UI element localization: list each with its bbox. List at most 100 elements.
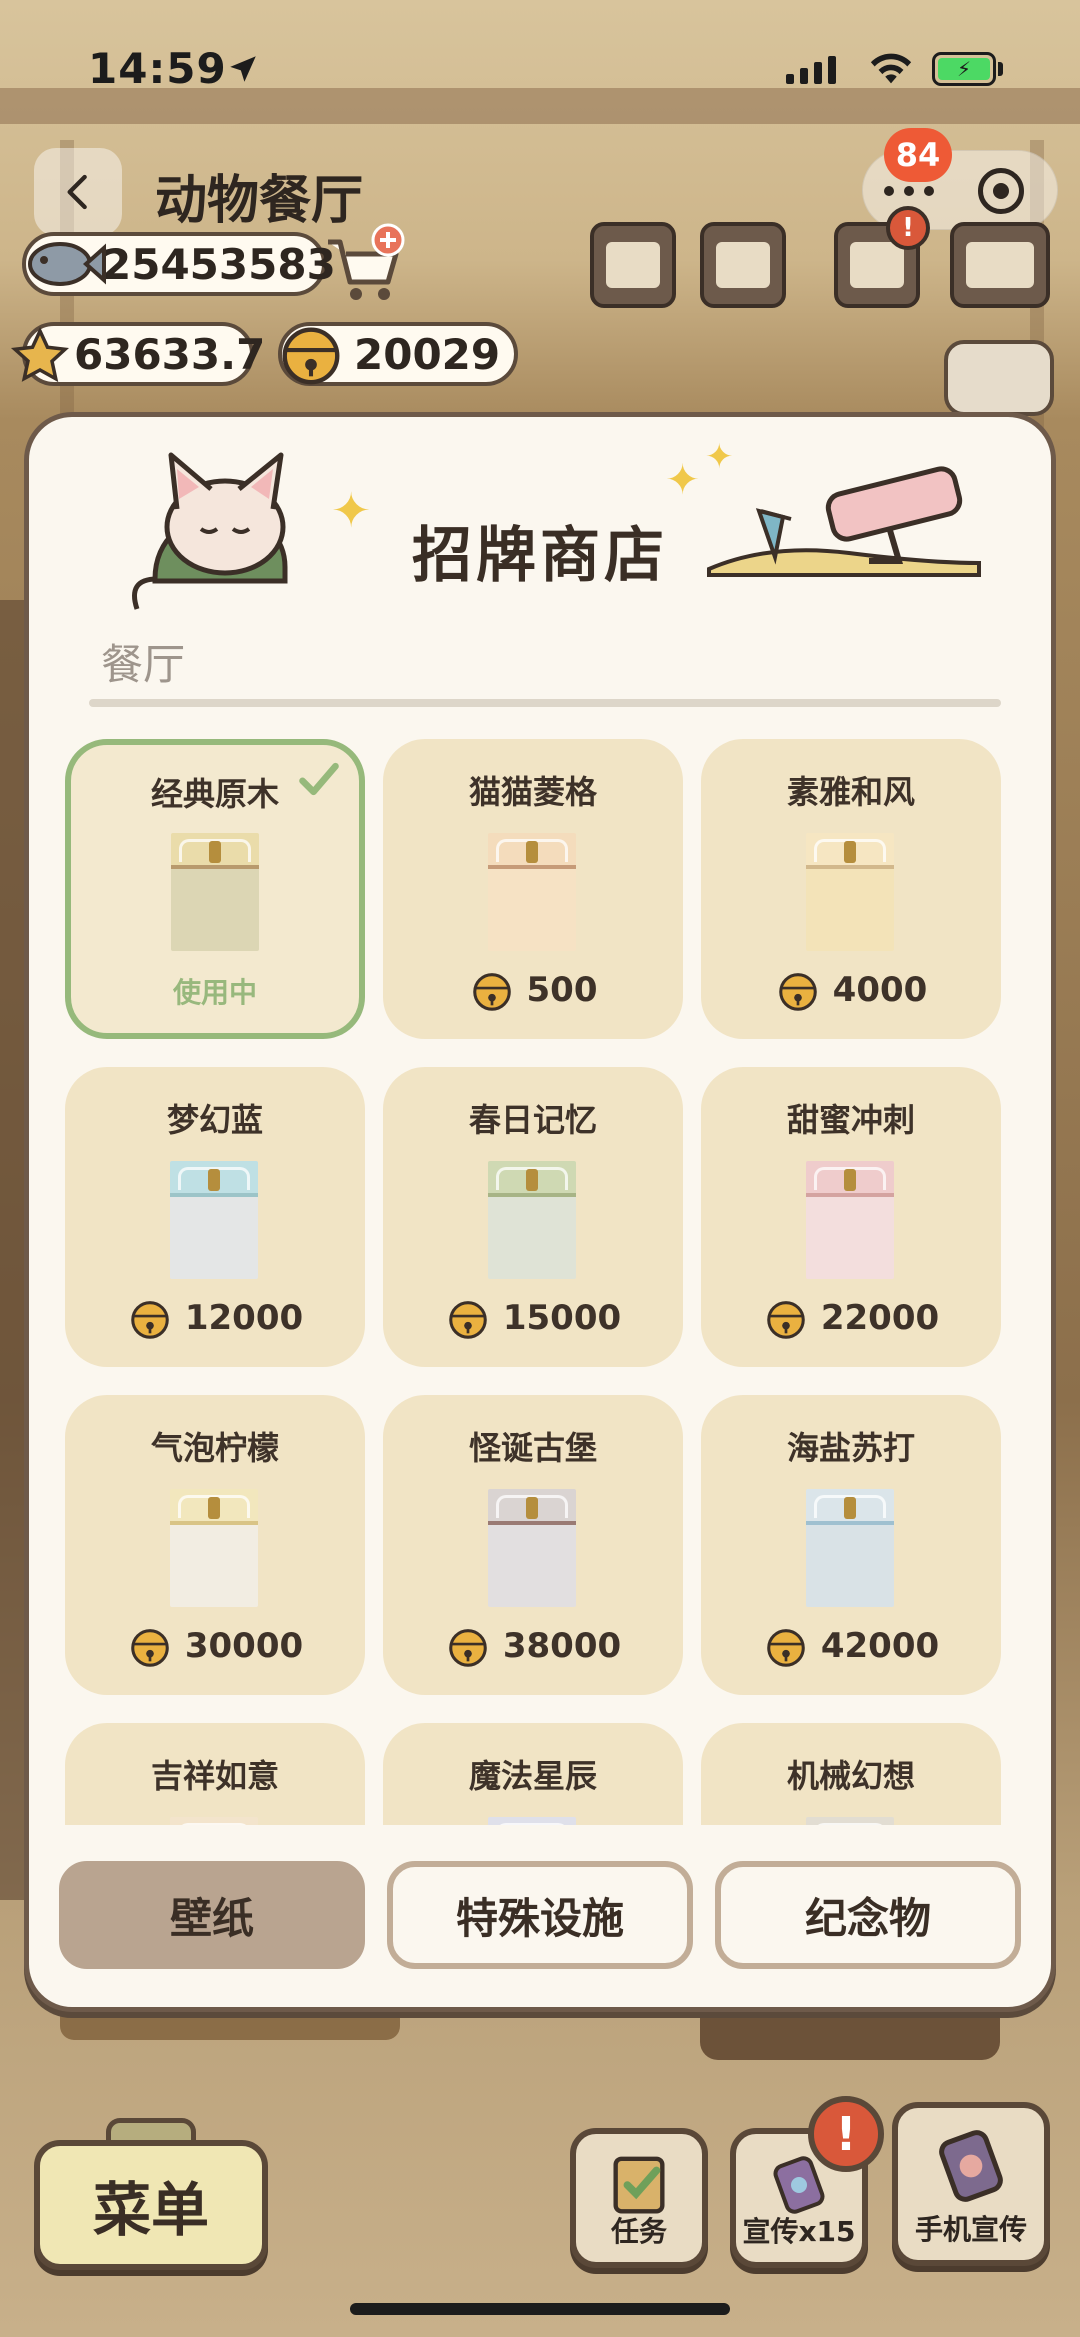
wallpaper-grid-viewport[interactable]: 经典原木 使用中 猫猫菱格 500 素雅和风 4000 梦幻蓝 12000 春日记忆 15000 甜… <box>65 739 1025 1825</box>
price-value: 500 <box>526 970 598 1010</box>
wallpaper-price: 4000 <box>701 967 1001 1013</box>
phone-promote-label: 手机宣传 <box>914 2213 1027 2246</box>
wallpaper-preview <box>170 1489 258 1607</box>
wallpaper-name: 甜蜜冲刺 <box>786 1101 915 1139</box>
wallpaper-card[interactable]: 春日记忆 15000 <box>383 1067 683 1367</box>
section-divider <box>89 699 1001 707</box>
wallpaper-name: 海盐苏打 <box>786 1429 915 1467</box>
in-use-label: 使用中 <box>172 976 257 1009</box>
price-value: 22000 <box>820 1298 940 1338</box>
battery-icon: ⚡ <box>932 52 996 86</box>
fish-icon <box>28 242 106 286</box>
wallpaper-name: 怪诞古堡 <box>468 1429 597 1467</box>
wallpaper-card[interactable]: 甜蜜冲刺 22000 <box>701 1067 1001 1367</box>
price-value: 12000 <box>184 1298 304 1338</box>
price-value: 30000 <box>184 1626 304 1666</box>
price-value: 15000 <box>502 1298 622 1338</box>
bell-amount: 20029 <box>354 329 501 379</box>
menu-button[interactable]: 菜单 <box>34 2140 268 2270</box>
tab-special-facilities[interactable]: 特殊设施 <box>387 1861 693 1969</box>
wallpaper-preview <box>170 1817 258 1825</box>
bell-icon <box>778 973 817 1011</box>
promote-label: 宣传x15 <box>742 2215 856 2248</box>
wallpaper-price: 30000 <box>65 1623 365 1669</box>
wallpaper-preview <box>806 1817 894 1825</box>
wallpaper-name: 机械幻想 <box>786 1757 915 1795</box>
wallpaper-preview <box>171 833 259 951</box>
tab-wallpaper[interactable]: 壁纸 <box>59 1861 365 1969</box>
shop-tabs: 壁纸 特殊设施 纪念物 <box>29 1861 1051 1969</box>
home-indicator <box>350 2303 730 2315</box>
wallpaper-name: 梦幻蓝 <box>166 1101 263 1139</box>
cell-signal-icon <box>786 56 836 84</box>
bell-icon <box>767 1629 805 1667</box>
chevron-left-icon <box>67 174 87 210</box>
wallpaper-card[interactable]: 吉祥如意 <box>65 1723 365 1825</box>
wallpaper-price: 12000 <box>65 1295 365 1341</box>
wallpaper-card[interactable]: 怪诞古堡 38000 <box>383 1395 683 1695</box>
tab-souvenirs[interactable]: 纪念物 <box>715 1861 1021 1969</box>
wallpaper-price: 22000 <box>701 1295 1001 1341</box>
wallpaper-card[interactable]: 经典原木 使用中 <box>65 739 365 1039</box>
check-icon <box>299 762 339 796</box>
wallpaper-name: 魔法星辰 <box>468 1757 597 1795</box>
newspaper-icon[interactable] <box>590 222 676 308</box>
sort-toggle-button[interactable] <box>944 340 1054 416</box>
dialog-title: 招牌商店 <box>412 521 668 591</box>
map-icon[interactable] <box>950 222 1050 308</box>
wallpaper-price: 15000 <box>383 1295 683 1341</box>
section-label: 餐厅 <box>101 640 186 689</box>
wallpaper-card[interactable]: 素雅和风 4000 <box>701 739 1001 1039</box>
signboard-shop-dialog: ✦ ✦ ✦ 招牌商店 餐厅 经典原木 使用中 猫猫菱格 500 素雅和风 4000 梦幻蓝 1… <box>24 412 1056 2012</box>
promote-alert-badge: ! <box>808 2096 884 2172</box>
wallpaper-card[interactable]: 魔法星辰 <box>383 1723 683 1825</box>
fish-amount: 25453583 <box>102 239 336 289</box>
bell-icon <box>131 1301 169 1339</box>
wallpaper-preview <box>170 1161 258 1279</box>
wallpaper-card[interactable]: 猫猫菱格 500 <box>383 739 683 1039</box>
wallpaper-grid: 经典原木 使用中 猫猫菱格 500 素雅和风 4000 梦幻蓝 12000 春日记忆 15000 甜… <box>65 739 1025 1825</box>
add-cart-icon[interactable] <box>322 222 408 308</box>
more-options-icon[interactable] <box>884 186 934 196</box>
price-value: 42000 <box>820 1626 940 1666</box>
wifi-icon <box>870 53 912 84</box>
wallpaper-card[interactable]: 梦幻蓝 12000 <box>65 1067 365 1367</box>
wallpaper-preview <box>488 1817 576 1825</box>
location-arrow-icon <box>230 56 256 82</box>
wallpaper-name: 气泡柠檬 <box>150 1429 279 1467</box>
wallpaper-preview <box>806 1489 894 1607</box>
price-value: 4000 <box>832 970 928 1010</box>
bell-icon <box>131 1629 169 1667</box>
bell-icon <box>282 327 340 385</box>
wallpaper-card[interactable]: 海盐苏打 42000 <box>701 1395 1001 1695</box>
battery-tip <box>998 62 1003 76</box>
wallpaper-preview <box>806 833 894 951</box>
wallpaper-card[interactable]: 机械幻想 <box>701 1723 1001 1825</box>
wallpaper-name: 猫猫菱格 <box>468 773 597 811</box>
wallpaper-price: 38000 <box>383 1623 683 1669</box>
phone-camera-icon <box>939 2130 1003 2202</box>
price-value: 38000 <box>502 1626 622 1666</box>
wallpaper-preview <box>806 1161 894 1279</box>
wallpaper-preview <box>488 833 576 951</box>
wallpaper-name: 春日记忆 <box>468 1101 597 1139</box>
wallpaper-price: 500 <box>383 967 683 1013</box>
wallpaper-name: 素雅和风 <box>786 773 915 811</box>
task-button[interactable]: 任务 <box>570 2128 708 2268</box>
close-target-icon[interactable] <box>978 168 1024 214</box>
task-label: 任务 <box>610 2215 667 2248</box>
bell-icon <box>472 973 511 1011</box>
wallpaper-name: 吉祥如意 <box>150 1757 279 1795</box>
wallpaper-price: 42000 <box>701 1623 1001 1669</box>
wallpaper-preview <box>488 1161 576 1279</box>
wallpaper-preview <box>488 1489 576 1607</box>
paw-book-icon[interactable] <box>700 222 786 308</box>
phone-promote-button[interactable]: 手机宣传 <box>892 2102 1050 2266</box>
status-time: 14:59 <box>88 44 227 93</box>
gift-alert-badge: ! <box>886 206 930 250</box>
wallpaper-card[interactable]: 气泡柠檬 30000 <box>65 1395 365 1695</box>
star-amount: 63633.7 <box>74 329 266 379</box>
bell-icon <box>449 1629 487 1667</box>
star-icon <box>10 326 69 383</box>
bell-icon <box>767 1301 805 1339</box>
